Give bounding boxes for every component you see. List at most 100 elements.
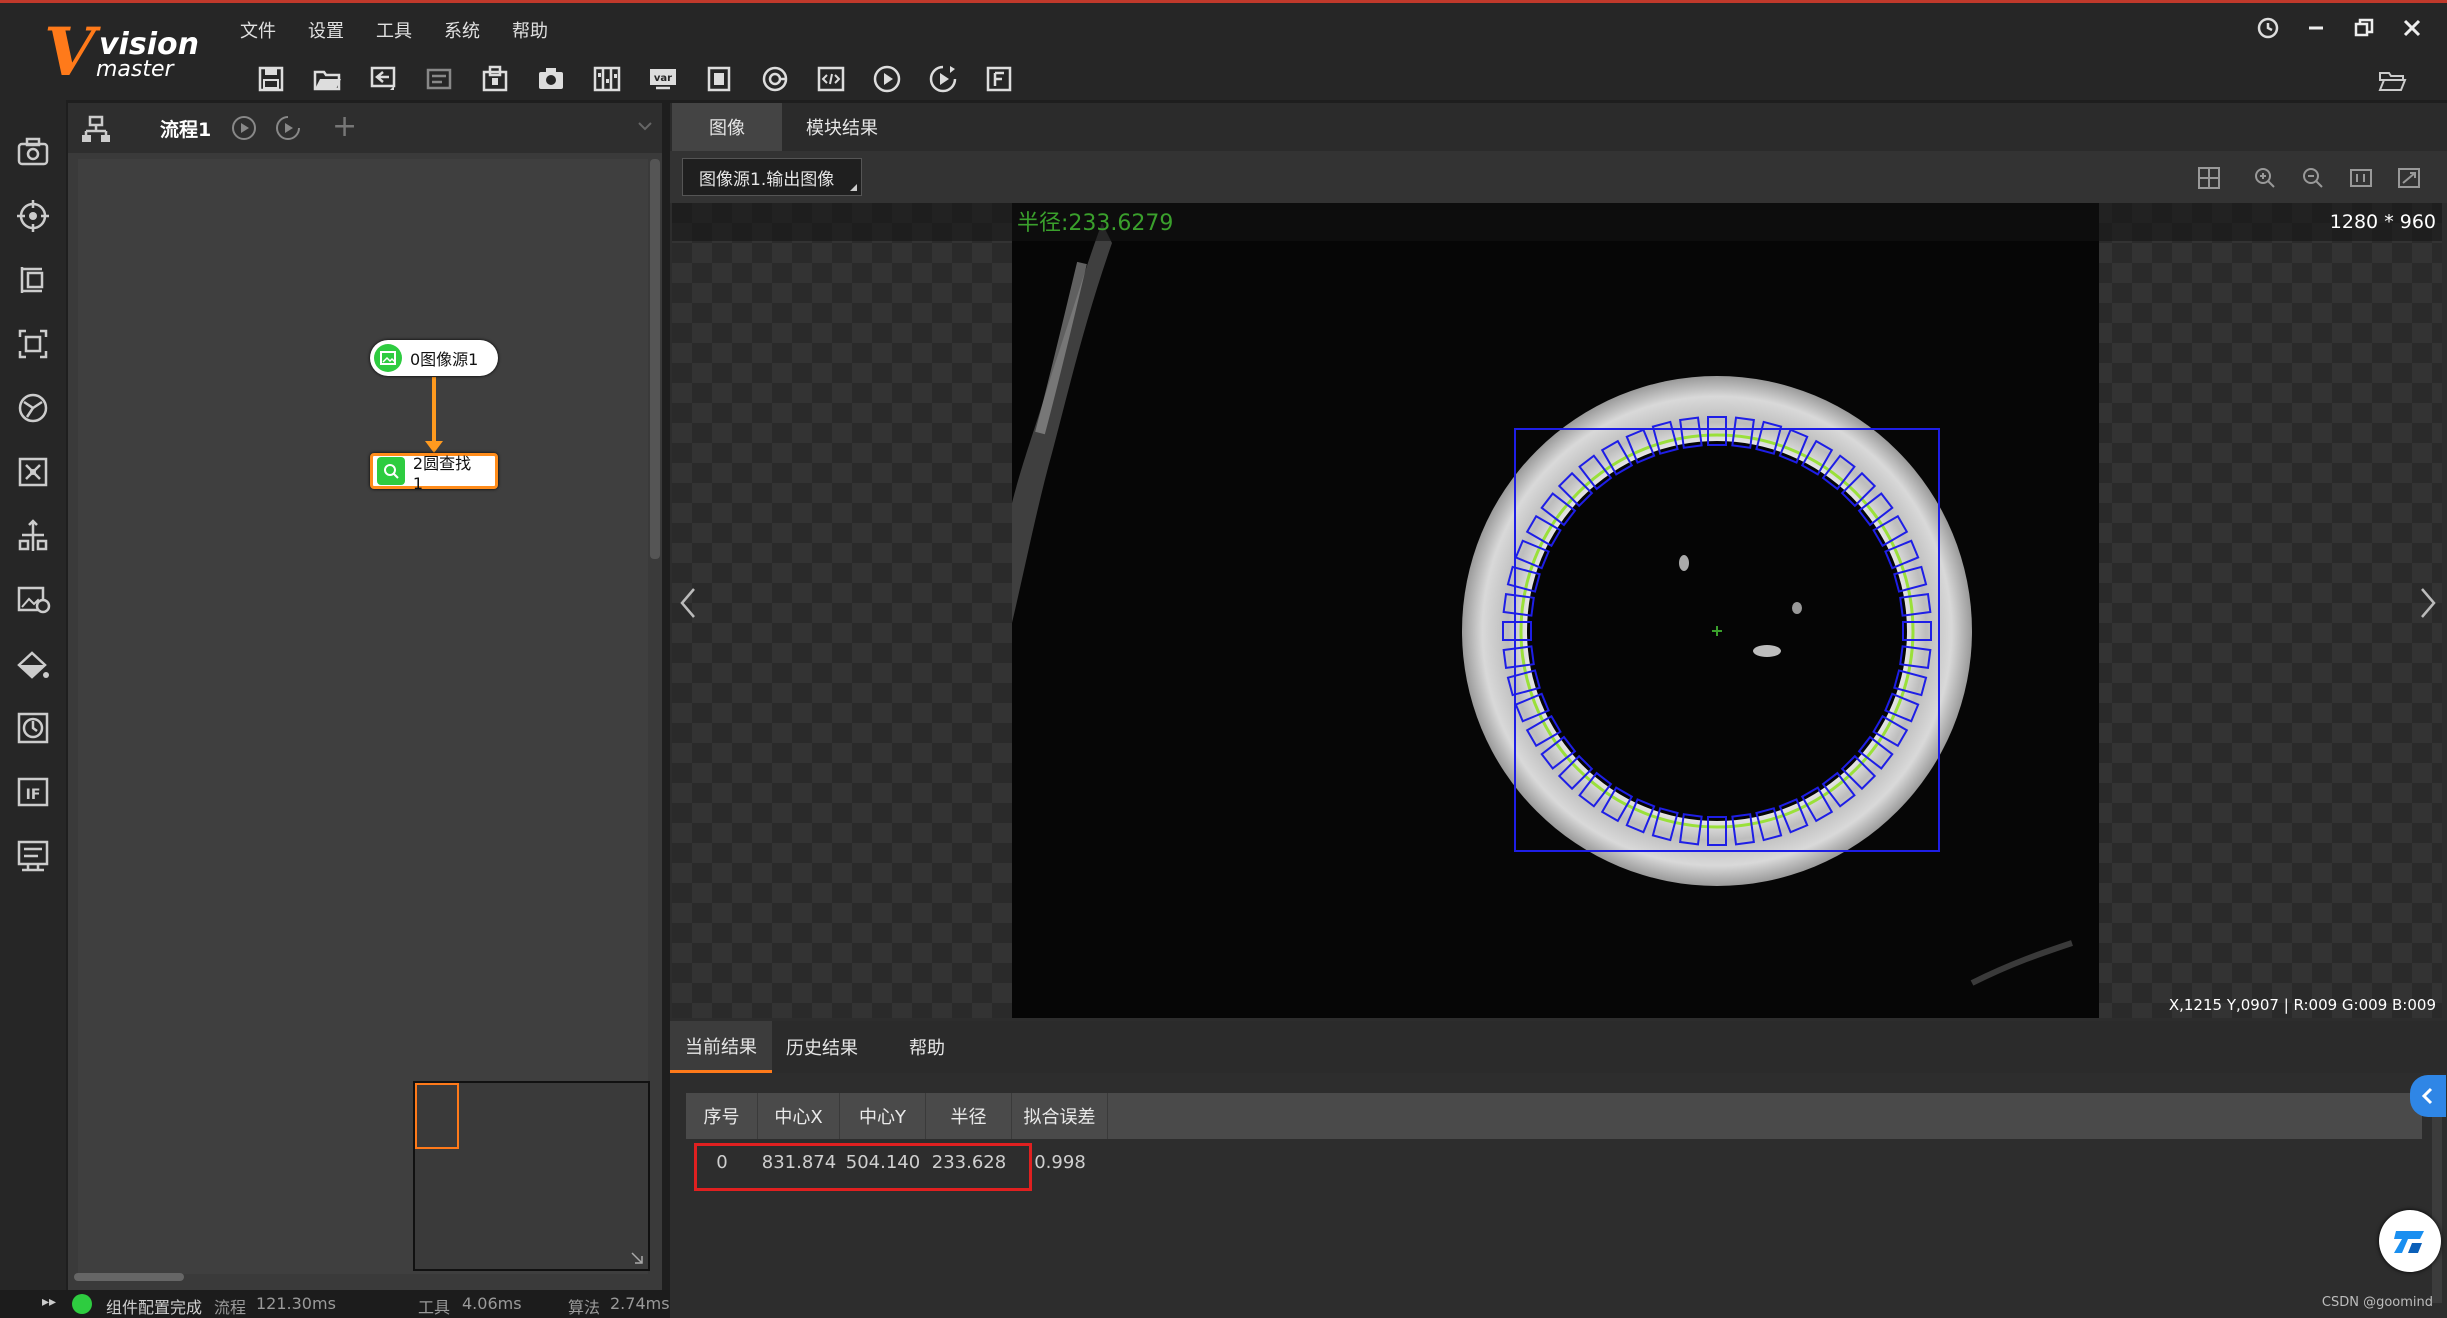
rail-contrast-icon[interactable] <box>0 440 66 504</box>
flow-minimap[interactable] <box>413 1081 650 1271</box>
column-center-x[interactable]: 中心X <box>758 1093 840 1139</box>
open-folder-icon[interactable] <box>299 57 355 101</box>
flow-tab-title[interactable]: 流程1 <box>160 115 211 142</box>
column-radius[interactable]: 半径 <box>926 1093 1012 1139</box>
camera-icon[interactable] <box>523 57 579 101</box>
flow-time-value: 121.30ms <box>256 1294 336 1313</box>
menu-tools[interactable]: 工具 <box>376 13 444 47</box>
svg-text:IF: IF <box>26 787 41 803</box>
code-icon[interactable] <box>803 57 859 101</box>
rail-logic-if-icon[interactable]: IF <box>0 760 66 824</box>
close-icon[interactable] <box>2397 13 2427 43</box>
image-size-text: 1280 * 960 <box>2329 211 2436 233</box>
status-text: 组件配置完成 <box>106 1298 203 1317</box>
lock-icon[interactable] <box>467 57 523 101</box>
column-fit-error[interactable]: 拟合误差 <box>1012 1093 1108 1139</box>
flow-tabbar: 流程1 + <box>68 103 662 153</box>
dropdown-corner-icon <box>850 184 857 191</box>
minimize-icon[interactable] <box>2301 13 2331 43</box>
device-icon[interactable] <box>691 57 747 101</box>
actual-size-icon[interactable] <box>2348 165 2374 191</box>
image-viewer[interactable]: 半径:233.6279 1280 * 960 X,1215 Y,0907 | R… <box>672 203 2442 1018</box>
tab-history-result[interactable]: 历史结果 <box>772 1021 872 1073</box>
flow-time-label: 流程 <box>214 1298 247 1317</box>
open-solution-icon[interactable] <box>2377 65 2407 95</box>
flow-node-label: 0图像源1 <box>410 350 479 369</box>
pixel-coordinate-readout: X,1215 Y,0907 | R:009 G:009 B:009 <box>2168 996 2436 1014</box>
collapse-panel-button[interactable] <box>2410 1075 2446 1117</box>
rail-camera-icon[interactable] <box>0 120 66 184</box>
menu-system[interactable]: 系统 <box>444 13 512 47</box>
highlight-box <box>694 1143 1032 1191</box>
camera-image-content <box>1012 203 2099 1018</box>
flow-node-circle-find[interactable]: 2圆查找1 <box>370 453 498 493</box>
chevron-down-icon[interactable] <box>636 117 654 135</box>
tab-help[interactable]: 帮助 <box>872 1021 982 1073</box>
menu-file[interactable]: 文件 <box>240 13 308 47</box>
assistant-button[interactable] <box>2379 1210 2441 1272</box>
title-bar: V vision master 文件 设置 工具 系统 帮助 var <box>0 3 2447 100</box>
grid-layout-icon[interactable] <box>2196 165 2222 191</box>
run-loop-icon[interactable] <box>915 57 971 101</box>
tab-current-result[interactable]: 当前结果 <box>670 1021 772 1073</box>
rail-measure-icon[interactable] <box>0 248 66 312</box>
flow-loop-run-icon[interactable] <box>273 113 303 143</box>
result-scrollbar[interactable] <box>2432 1093 2442 1303</box>
flow-tree-icon[interactable] <box>80 113 112 145</box>
restore-icon[interactable] <box>2349 13 2379 43</box>
status-bar: ▸▸ 组件配置完成 流程 121.30ms 工具 4.06ms 算法 2.74m… <box>0 1290 670 1318</box>
flow-vertical-scrollbar[interactable] <box>650 159 660 559</box>
chevron-left-icon <box>2421 1087 2433 1105</box>
fit-window-icon[interactable] <box>2396 165 2422 191</box>
tool-rail: IF <box>0 100 66 1305</box>
rail-color-icon[interactable] <box>0 632 66 696</box>
expand-arrow-icon[interactable]: ▸▸ <box>42 1294 56 1310</box>
svg-text:var: var <box>654 73 672 84</box>
column-index[interactable]: 序号 <box>686 1093 758 1139</box>
resize-corner-icon[interactable] <box>630 1251 644 1265</box>
menu-bar: 文件 设置 工具 系统 帮助 <box>240 13 580 47</box>
rail-recognize-icon[interactable] <box>0 312 66 376</box>
menu-help[interactable]: 帮助 <box>512 13 580 47</box>
add-flow-button[interactable]: + <box>332 109 357 144</box>
status-ok-icon <box>72 1294 92 1314</box>
history-clock-icon[interactable] <box>2253 13 2283 43</box>
zoom-out-icon[interactable] <box>2300 165 2326 191</box>
var-icon[interactable]: var <box>635 57 691 101</box>
column-center-y[interactable]: 中心Y <box>840 1093 926 1139</box>
menu-settings[interactable]: 设置 <box>308 13 376 47</box>
font-icon[interactable] <box>971 57 1027 101</box>
minimap-viewport[interactable] <box>415 1083 459 1149</box>
next-image-icon[interactable] <box>2414 583 2440 623</box>
circle-find-icon <box>377 457 405 485</box>
rail-image-process-icon[interactable] <box>0 568 66 632</box>
flow-horizontal-scrollbar[interactable] <box>74 1273 184 1281</box>
tab-image[interactable]: 图像 <box>672 103 782 151</box>
window-controls <box>2253 13 2427 43</box>
export-icon[interactable] <box>411 57 467 101</box>
flow-run-icon[interactable] <box>229 113 259 143</box>
run-once-icon[interactable] <box>859 57 915 101</box>
table-header: 序号 中心X 中心Y 半径 拟合误差 <box>686 1093 2422 1139</box>
save-icon[interactable] <box>243 57 299 101</box>
rail-locate-icon[interactable] <box>0 184 66 248</box>
radius-overlay-text: 半径:233.6279 <box>1017 211 1174 236</box>
image-source-select[interactable]: 图像源1.输出图像 <box>682 158 862 196</box>
algo-time-value: 2.74ms <box>610 1294 670 1313</box>
previous-image-icon[interactable] <box>676 583 702 623</box>
flow-node-label: 2圆查找1 <box>412 453 472 493</box>
image-toolbar: 图像源1.输出图像 <box>670 151 2447 203</box>
image-source-select-value: 图像源1.输出图像 <box>699 169 835 190</box>
panel-icon[interactable] <box>579 57 635 101</box>
main-toolbar: var <box>243 57 1027 101</box>
rail-calibrate-icon[interactable] <box>0 376 66 440</box>
import-icon[interactable] <box>355 57 411 101</box>
zoom-in-icon[interactable] <box>2252 165 2278 191</box>
rail-defect-icon[interactable] <box>0 696 66 760</box>
rail-communication-icon[interactable] <box>0 824 66 888</box>
tab-module-result[interactable]: 模块结果 <box>782 103 902 151</box>
image-source-icon <box>374 344 402 372</box>
rail-align-icon[interactable] <box>0 504 66 568</box>
global-script-icon[interactable] <box>747 57 803 101</box>
flow-node-image-source[interactable]: 0图像源1 <box>370 340 498 376</box>
